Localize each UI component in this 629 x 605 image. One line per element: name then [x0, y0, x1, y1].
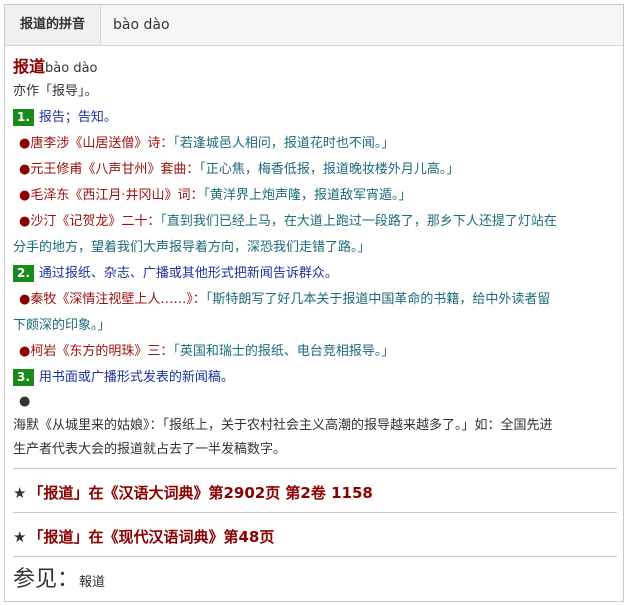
sense-definition: 用书面或广播形式发表的新闻稿。: [38, 370, 234, 385]
bullet-icon: ●: [19, 162, 31, 177]
example: ●元王修甫《八声甘州》套曲：「正心焦，梅香低报，报道晚妆楼外月儿高。」: [19, 160, 459, 180]
bullet-icon: ●: [19, 188, 31, 203]
reference-xiandai-cidian[interactable]: ★ 「报道」在《现代汉语词典》第48页: [13, 526, 274, 547]
bullet-icon: ●: [19, 394, 31, 409]
example-source[interactable]: 唐李涉《山居送僧》诗：: [30, 136, 173, 151]
sense-3: 3. 用书面或广播形式发表的新闻稿。: [13, 368, 234, 388]
sense-number: 3.: [13, 369, 34, 386]
bullet-icon: ●: [19, 344, 31, 359]
sense-definition: 通过报纸、杂志、广播或其他形式把新闻告诉群众。: [38, 266, 338, 281]
reference-text: 「报道」在《汉语大词典》第2902页 第2卷 1158: [28, 484, 373, 502]
divider: [13, 556, 617, 557]
bullet-icon: ●: [19, 136, 31, 151]
sense-number: 1.: [13, 109, 34, 126]
example-source[interactable]: 元王修甫《八声甘州》套曲：: [30, 162, 199, 177]
see-also-label: 参见：: [13, 567, 80, 592]
sense-number: 2.: [13, 265, 34, 282]
example: ●秦牧《深情注视壁上人……》：「斯特朗写了好几本关于报道中国革命的书籍，给中外读…: [19, 290, 550, 310]
see-also: 参见：報道: [13, 565, 105, 598]
reference-text: 「报道」在《现代汉语词典》第48页: [28, 528, 275, 546]
example-quote: 「斯特朗写了好几本关于报道中国革命的书籍，给中外读者留: [205, 292, 551, 307]
example-source[interactable]: 秦牧《深情注视壁上人……》：: [30, 292, 206, 307]
usage-text-cont: 生产者代表大会的报道就占去了一半发稿数字。: [13, 442, 287, 457]
tab-pinyin-value: bào dào: [113, 17, 170, 33]
sense-1: 1. 报告；告知。: [13, 108, 117, 128]
example-quote-cont: 下颇深的印象。」: [13, 318, 111, 333]
star-icon: ★: [13, 528, 27, 546]
reference-hanyu-dacidian[interactable]: ★ 「报道」在《汉语大词典》第2902页 第2卷 1158: [13, 482, 373, 503]
example-source[interactable]: 沙汀《记贺龙》二十：: [30, 214, 160, 229]
example-quote: 「直到我们已经上马，在大道上跑过一段路了，那乡下人还提了灯站在: [160, 214, 557, 229]
example-source[interactable]: 毛泽东《西江月·井冈山》词：: [30, 188, 203, 203]
head-word: 报道: [13, 57, 46, 76]
divider: [13, 512, 617, 513]
also-written: 亦作「报导」。: [13, 84, 98, 99]
example: ●柯岩《东方的明珠》三：「英国和瑞士的报纸、电台竞相报导。」: [19, 342, 394, 362]
example-source[interactable]: 柯岩《东方的明珠》三：: [30, 344, 173, 359]
example: ●沙汀《记贺龙》二十：「直到我们已经上马，在大道上跑过一段路了，那乡下人还提了灯…: [19, 212, 557, 232]
divider: [13, 468, 617, 469]
entry-headline: 报道bào dào: [13, 57, 98, 79]
see-also-link[interactable]: 報道: [79, 575, 105, 590]
example-quote: 「英国和瑞士的报纸、电台竞相报导。」: [173, 344, 395, 359]
star-icon: ★: [13, 484, 27, 502]
head-pinyin: bào dào: [45, 61, 98, 76]
bullet-icon: ●: [19, 292, 31, 307]
tab-bar: 报道的拼音 bào dào: [5, 5, 623, 46]
example-quote: 「若逢城邑人相问，报道花时也不闻。」: [173, 136, 395, 151]
example-quote: 「正心焦，梅香低报，报道晚妆楼外月儿高。」: [199, 162, 460, 177]
tab-pinyin[interactable]: 报道的拼音: [5, 5, 101, 45]
example: ●唐李涉《山居送僧》诗：「若逢城邑人相问，报道花时也不闻。」: [19, 134, 394, 154]
usage-text: 海默《从城里来的姑娘》：「报纸上，关于农村社会主义高潮的报导越来越多了。」如：全…: [13, 418, 553, 433]
example-quote-cont: 分手的地方，望着我们大声报导着方向，深恐我们走错了路。」: [13, 240, 371, 255]
example-quote: 「黄洋界上炮声隆，报道敌军宵遁。」: [203, 188, 412, 203]
sense-2: 2. 通过报纸、杂志、广播或其他形式把新闻告诉群众。: [13, 264, 338, 284]
example: ●毛泽东《西江月·井冈山》词：「黄洋界上炮声隆，报道敌军宵遁。」: [19, 186, 412, 206]
dictionary-panel: 报道的拼音 bào dào 报道bào dào 亦作「报导」。 1. 报告；告知。…: [4, 4, 624, 602]
sense-definition: 报告；告知。: [38, 110, 117, 125]
bullet-icon: ●: [19, 214, 31, 229]
